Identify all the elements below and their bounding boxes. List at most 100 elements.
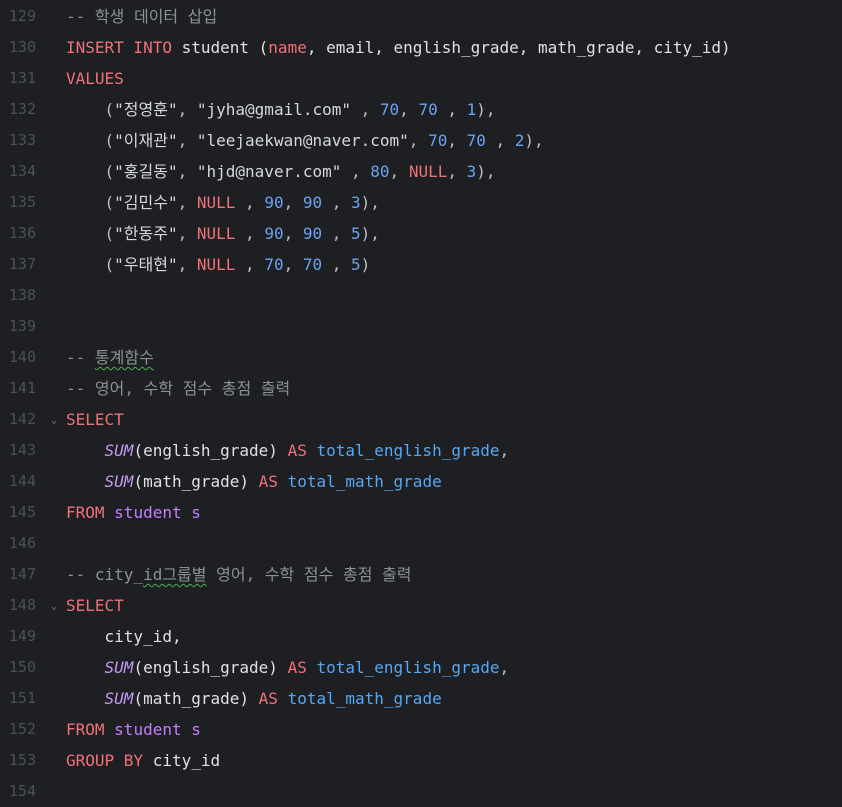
code-line[interactable]: VALUES (66, 63, 124, 94)
code-token: , email, english_grade, math_grade, city… (306, 38, 731, 57)
code-line[interactable]: -- 영어, 수학 점수 총점 출력 (66, 373, 290, 404)
line-number: 148 (8, 596, 36, 614)
code-token: total_math_grade (287, 689, 442, 708)
code-line[interactable]: -- 통계함수 (66, 342, 154, 373)
code-line[interactable]: -- 학생 데이터 삽입 (66, 1, 217, 32)
code-token: 90 (264, 224, 284, 243)
code-text-area[interactable]: -- 학생 데이터 삽입 INSERT INTO student (name, e… (62, 0, 842, 807)
code-line[interactable]: ("한동주", NULL , 90, 90 , 5), (66, 218, 380, 249)
line-number: 146 (8, 534, 36, 552)
code-token: , (283, 255, 303, 274)
code-token: , (235, 255, 265, 274)
code-token: 3 (351, 193, 361, 212)
code-line[interactable]: SUM(english_grade) AS total_english_grad… (66, 435, 510, 466)
fold-chevron-icon[interactable]: ⌄ (48, 404, 60, 435)
code-token: 70 (428, 131, 448, 150)
code-line[interactable]: SUM(english_grade) AS total_english_grad… (66, 652, 510, 683)
code-token: "jyha@gmail.com" (196, 100, 351, 119)
code-token: 70 (466, 131, 486, 150)
code-token: , (283, 193, 303, 212)
code-line[interactable]: city_id, (66, 621, 182, 652)
code-token: , (322, 255, 352, 274)
line-number: 152 (8, 720, 36, 738)
code-token: ( (66, 255, 115, 274)
code-line[interactable]: ("홍길동", "hjd@naver.com" , 80, NULL, 3), (66, 156, 496, 187)
code-token: SELECT (66, 596, 124, 615)
code-line[interactable]: ("김민수", NULL , 90, 90 , 3), (66, 187, 380, 218)
code-token: ( (66, 100, 115, 119)
code-token: , (177, 224, 197, 243)
code-token: FROM (66, 503, 115, 522)
code-token: , (447, 131, 467, 150)
code-token: (english_grade) (133, 658, 288, 677)
code-line[interactable]: SELECT (66, 404, 124, 435)
line-number: 135 (8, 193, 36, 211)
code-token: , (485, 131, 515, 150)
line-number: 151 (8, 689, 36, 707)
code-token: "정영훈" (114, 100, 178, 119)
line-number: 142 (8, 410, 36, 428)
code-line[interactable]: SUM(math_grade) AS total_math_grade (66, 466, 442, 497)
code-token: , (177, 100, 197, 119)
code-token: (math_grade) (133, 689, 259, 708)
code-token: ( (66, 193, 115, 212)
code-token: -- (66, 348, 95, 367)
code-token: total_math_grade (287, 472, 442, 491)
line-number: 150 (8, 658, 36, 676)
code-token: "hjd@naver.com" (196, 162, 342, 181)
code-token: ), (360, 193, 380, 212)
code-line[interactable]: ("정영훈", "jyha@gmail.com" , 70, 70 , 1), (66, 94, 496, 125)
code-token: 2 (514, 131, 525, 150)
code-line[interactable]: INSERT INTO student (name, email, englis… (66, 32, 731, 63)
code-token: , (499, 658, 510, 677)
code-token: city_id, (66, 627, 182, 646)
code-token: total_english_grade (316, 441, 500, 460)
code-token: , (283, 224, 303, 243)
code-token: , (177, 193, 197, 212)
code-line[interactable]: SUM(math_grade) AS total_math_grade (66, 683, 442, 714)
code-line[interactable]: FROM student s (66, 497, 201, 528)
line-number: 130 (8, 38, 36, 56)
code-line[interactable]: SELECT (66, 590, 124, 621)
line-number: 139 (8, 317, 36, 335)
line-number: 131 (8, 69, 36, 87)
line-number: 137 (8, 255, 36, 273)
code-token: 1 (466, 100, 477, 119)
code-token: 90 (302, 224, 323, 243)
code-token: total_english_grade (316, 658, 500, 677)
code-token: "홍길동" (114, 162, 178, 181)
code-token: AS (258, 689, 288, 708)
code-token: GROUP BY (66, 751, 153, 770)
code-token: 70 (379, 100, 400, 119)
code-token: -- 학생 데이터 삽입 (66, 7, 218, 26)
code-line[interactable]: -- city_id그룹별 영어, 수학 점수 총점 출력 (66, 559, 412, 590)
code-token: NULL (196, 193, 236, 212)
code-token: student s (114, 720, 201, 739)
code-line[interactable]: ("우태현", NULL , 70, 70 , 5) (66, 249, 371, 280)
code-token: SUM (104, 689, 134, 708)
line-number: 145 (8, 503, 36, 521)
code-token: SUM (104, 472, 134, 491)
code-token: student s (114, 503, 201, 522)
code-editor[interactable]: 129 130 131 132 133 134 135 136 137 138 139 140 141 1… (0, 0, 842, 807)
line-number: 154 (8, 782, 36, 800)
code-token: ), (476, 100, 496, 119)
code-token: "leejaekwan@naver.com" (196, 131, 409, 150)
code-token: ( (66, 131, 115, 150)
line-number-gutter[interactable]: 129 130 131 132 133 134 135 136 137 138 139 140 141 1… (0, 0, 62, 807)
code-token: , (447, 162, 467, 181)
code-token: ( (66, 162, 115, 181)
line-number: 144 (8, 472, 36, 490)
code-line[interactable]: GROUP BY city_id (66, 745, 220, 776)
code-token: ), (524, 131, 544, 150)
code-line[interactable]: FROM student s (66, 714, 201, 745)
code-token: SELECT (66, 410, 124, 429)
line-number: 149 (8, 627, 36, 645)
code-token: , (235, 193, 265, 212)
code-token: 5 (351, 255, 361, 274)
code-token: , (177, 255, 197, 274)
code-line[interactable]: ("이재관", "leejaekwan@naver.com", 70, 70 ,… (66, 125, 544, 156)
fold-chevron-icon[interactable]: ⌄ (48, 590, 60, 621)
code-token: 3 (466, 162, 477, 181)
